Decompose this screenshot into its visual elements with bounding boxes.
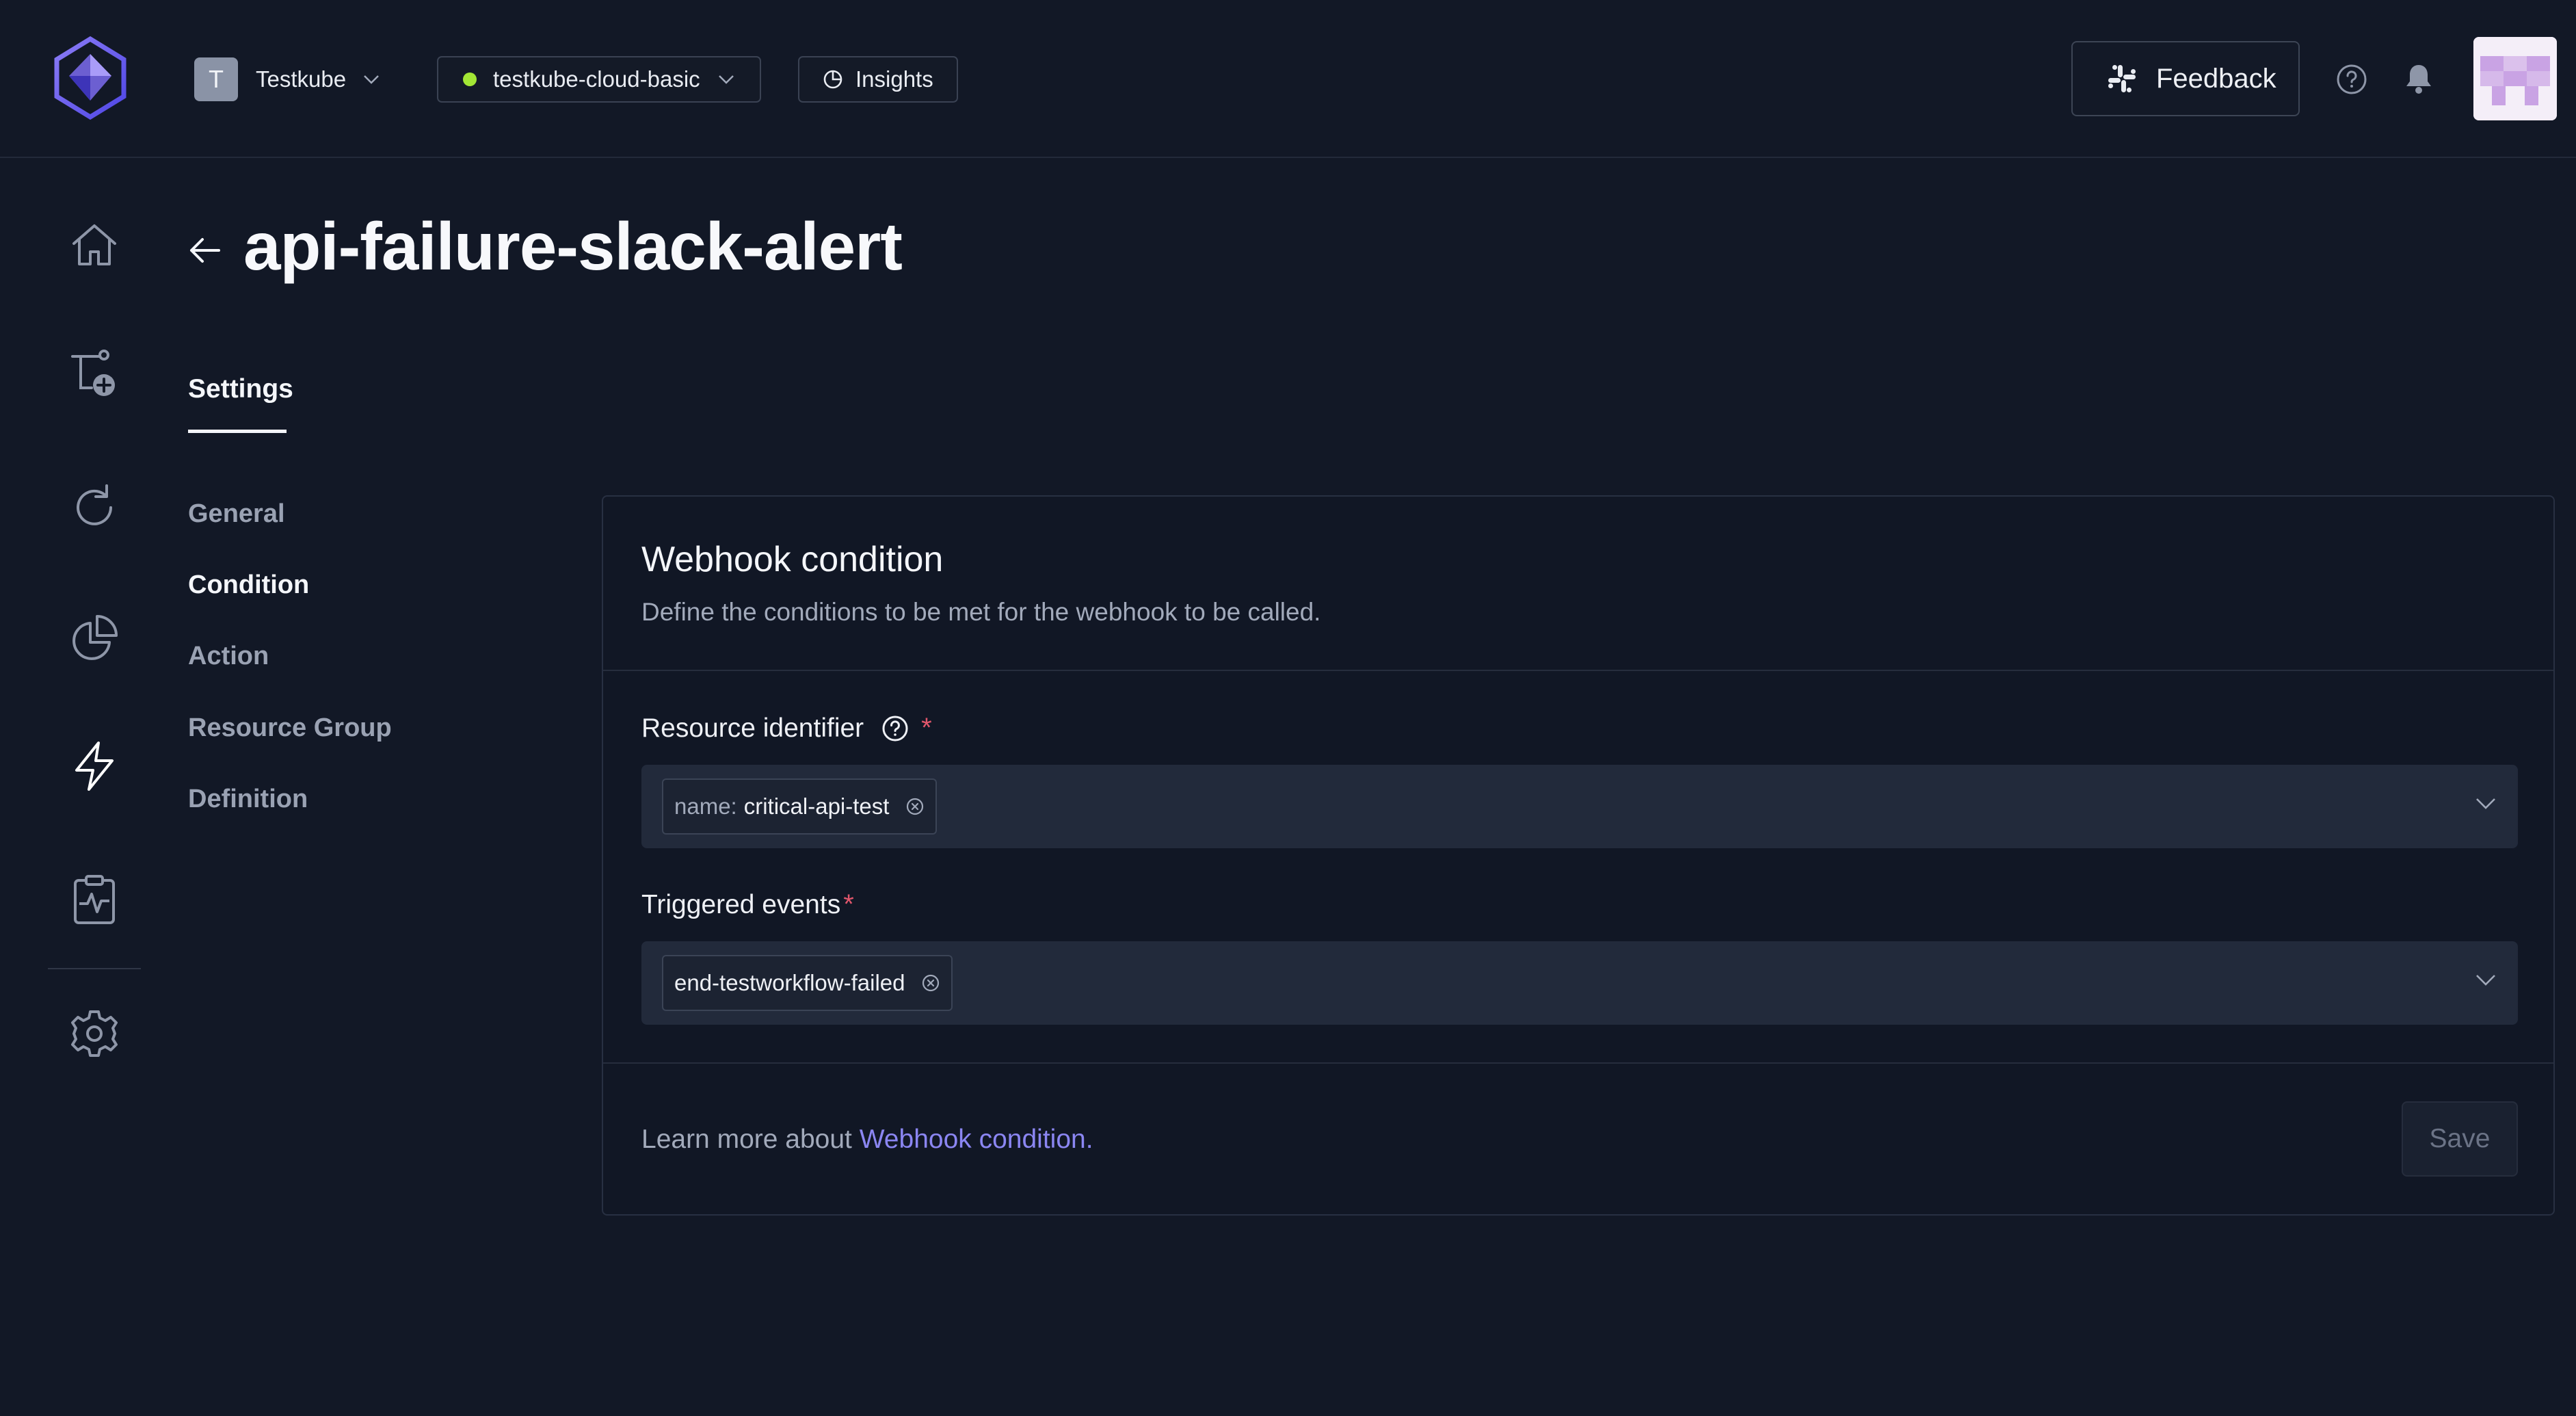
resource-identifier-label-text: Resource identifier <box>641 713 864 743</box>
org-switcher[interactable]: T Testkube <box>194 56 380 103</box>
back-arrow-icon[interactable] <box>187 235 222 265</box>
pie-chart-icon[interactable] <box>67 611 122 666</box>
environment-name: testkube-cloud-basic <box>493 66 700 92</box>
subnav-item-general[interactable]: General <box>188 499 285 529</box>
subnav-item-definition[interactable]: Definition <box>188 785 308 814</box>
bell-icon[interactable] <box>2404 62 2434 95</box>
refresh-icon[interactable] <box>67 480 122 535</box>
card-footer-divider <box>603 1062 2553 1064</box>
triggered-event-chip: end-testworkflow-failed <box>662 955 953 1011</box>
identicon-image <box>2473 37 2557 120</box>
org-name: Testkube <box>256 66 347 92</box>
sidebar-divider <box>48 968 141 969</box>
card-title: Webhook condition <box>641 540 944 579</box>
resource-identifier-label: Resource identifier * <box>641 713 932 744</box>
chevron-down-icon <box>718 75 734 84</box>
lightning-icon[interactable] <box>67 739 122 794</box>
webhook-condition-docs-link[interactable]: Webhook condition. <box>860 1125 1093 1154</box>
environment-switcher[interactable]: testkube-cloud-basic <box>437 56 761 103</box>
resource-identifier-select[interactable]: name: critical-api-test <box>641 765 2518 848</box>
subnav-item-action[interactable]: Action <box>188 642 269 671</box>
save-button[interactable]: Save <box>2402 1101 2518 1177</box>
help-icon[interactable] <box>881 715 909 742</box>
resource-identifier-chip: name: critical-api-test <box>662 778 938 835</box>
chip-key: name: <box>674 794 737 819</box>
gear-icon[interactable] <box>67 1006 122 1061</box>
feedback-button[interactable]: Feedback <box>2071 41 2300 116</box>
help-icon[interactable] <box>2336 64 2367 95</box>
workflow-add-icon[interactable] <box>67 347 122 402</box>
chevron-down-icon[interactable] <box>2475 974 2496 986</box>
subnav-item-condition[interactable]: Condition <box>188 571 309 600</box>
org-avatar: T <box>194 57 238 101</box>
required-mark: * <box>921 713 932 743</box>
card-description: Define the conditions to be met for the … <box>641 598 1321 626</box>
chip-value: end-testworkflow-failed <box>674 970 905 995</box>
chip-value: critical-api-test <box>743 794 890 819</box>
learn-more-prefix: Learn more about <box>641 1125 860 1154</box>
required-mark: * <box>843 889 854 919</box>
chevron-down-icon[interactable] <box>2475 798 2496 810</box>
app-root: T Testkube testkube-cloud-basic Insights <box>0 0 2576 1416</box>
remove-chip-icon[interactable] <box>921 973 940 993</box>
subnav-item-resource-group[interactable]: Resource Group <box>188 713 392 743</box>
insights-label: Insights <box>855 66 933 92</box>
slack-icon <box>2108 65 2136 92</box>
tab-settings[interactable]: Settings <box>188 374 293 404</box>
triggered-events-label-text: Triggered events <box>641 889 841 919</box>
clipboard-pulse-icon[interactable] <box>67 872 122 927</box>
learn-more-text: Learn more about Webhook condition. <box>641 1125 1093 1155</box>
remove-chip-icon[interactable] <box>905 797 925 816</box>
top-bar: T Testkube testkube-cloud-basic Insights <box>0 0 2576 158</box>
pie-chart-icon <box>823 70 842 89</box>
chevron-down-icon <box>364 75 379 84</box>
home-icon[interactable] <box>67 218 122 272</box>
insights-button[interactable]: Insights <box>798 56 958 103</box>
triggered-events-select[interactable]: end-testworkflow-failed <box>641 941 2518 1025</box>
feedback-label: Feedback <box>2156 63 2276 94</box>
triggered-events-label: Triggered events * <box>641 889 854 920</box>
webhook-condition-card: Webhook condition Define the conditions … <box>602 495 2555 1216</box>
user-avatar[interactable] <box>2473 37 2557 120</box>
page-title: api-failure-slack-alert <box>243 209 903 284</box>
card-divider <box>603 670 2553 671</box>
environment-status-dot <box>463 73 477 86</box>
active-tab-indicator <box>188 430 287 433</box>
testkube-logo-icon[interactable] <box>53 36 128 120</box>
